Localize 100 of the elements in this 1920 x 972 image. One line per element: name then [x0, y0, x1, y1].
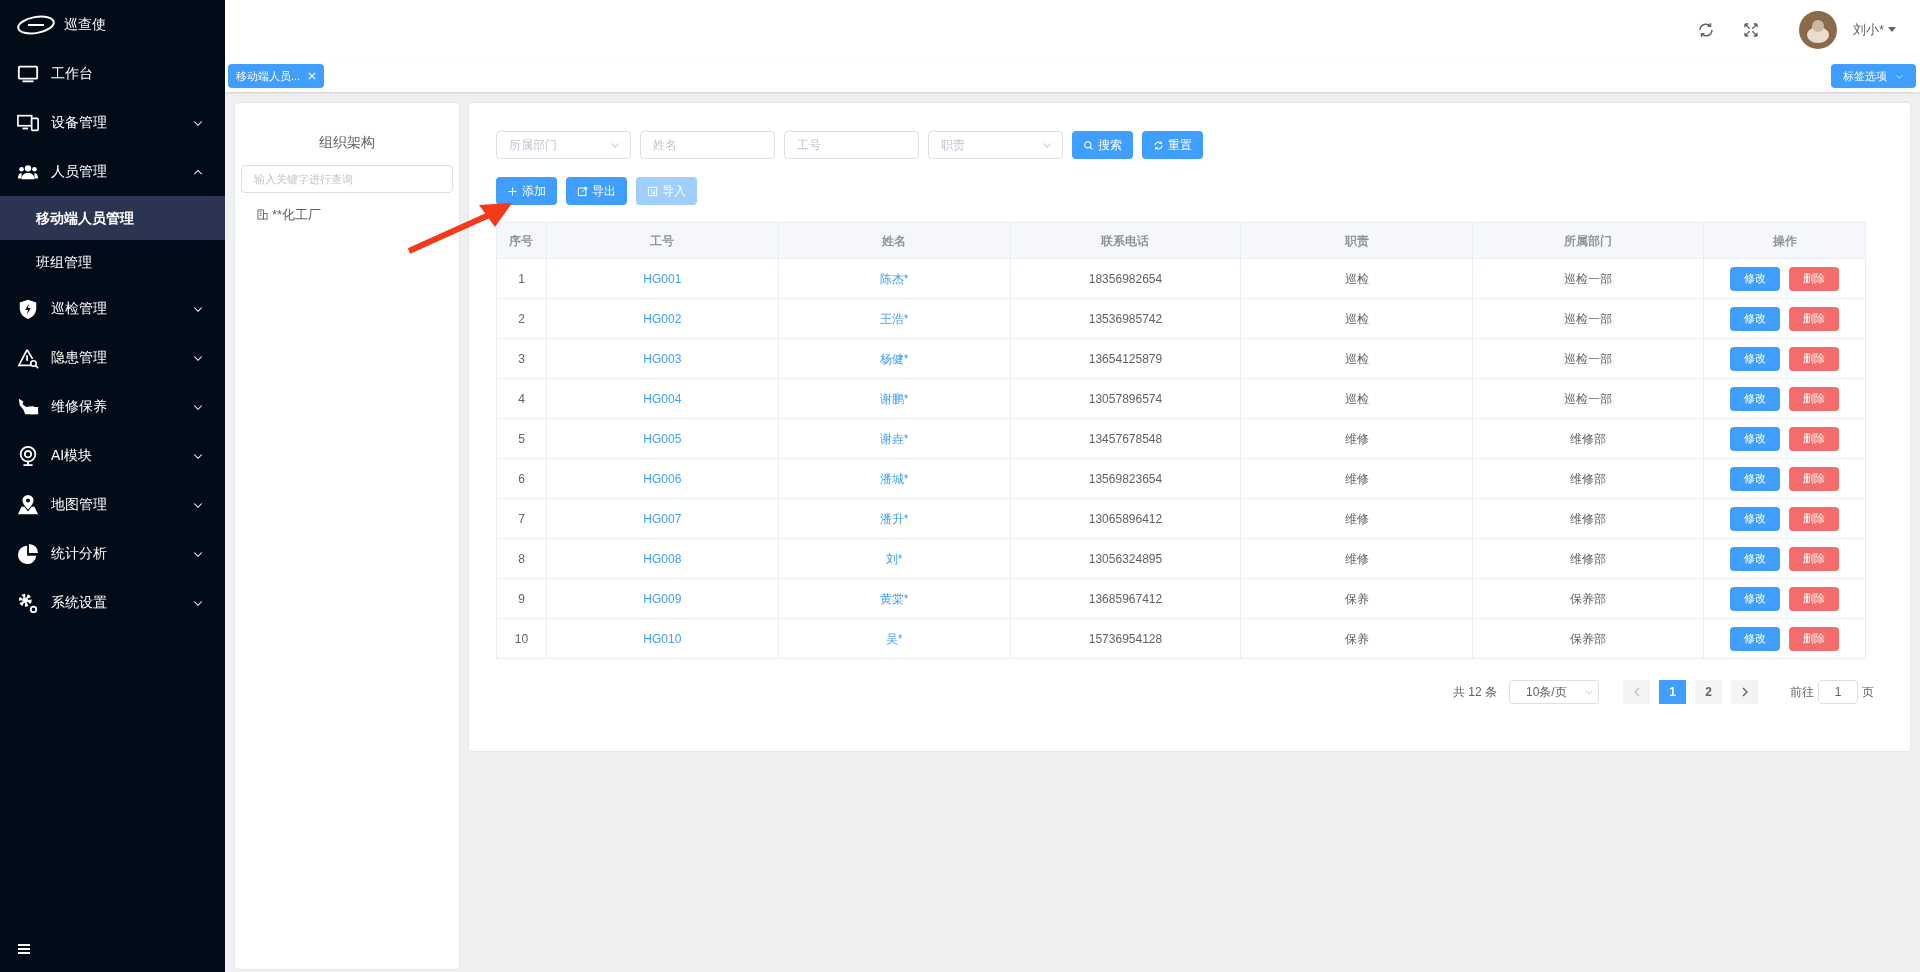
sidebar-menu-item[interactable]: 工作台 [0, 49, 225, 98]
edit-button[interactable]: 修改 [1730, 426, 1780, 451]
table-link-cell[interactable]: 陈杰* [778, 258, 1011, 299]
table-cell: 保养 [1240, 618, 1473, 659]
tree-node[interactable]: **化工厂 [257, 205, 453, 225]
sidebar-menu-item[interactable]: 人员管理 [0, 147, 225, 196]
table-link-cell[interactable]: HG004 [546, 378, 779, 419]
table-cell: 巡检 [1240, 258, 1473, 299]
warning-search-icon [17, 346, 39, 369]
table-cell: 13654125879 [1010, 338, 1241, 379]
input-field[interactable]: 姓名 [640, 131, 775, 159]
delete-button[interactable]: 删除 [1789, 586, 1839, 611]
sidebar-menu-item[interactable]: 维修保养 [0, 382, 225, 431]
sidebar-menu-item[interactable]: 地图管理 [0, 480, 225, 529]
table-link-cell[interactable]: HG010 [546, 618, 779, 659]
logo-icon [16, 13, 56, 36]
next-page-button[interactable] [1731, 680, 1758, 704]
table-link-cell[interactable]: 王浩* [778, 298, 1011, 339]
table-link-cell[interactable]: 刘* [778, 538, 1011, 579]
page-unit-label: 页 [1862, 684, 1874, 701]
app-title: 巡查使 [64, 15, 106, 34]
column-header: 所属部门 [1472, 222, 1704, 259]
sidebar-menu-item[interactable]: 巡检管理 [0, 284, 225, 333]
table-cell: 7 [496, 498, 547, 539]
reset-button[interactable]: 重置 [1142, 131, 1203, 159]
input-field[interactable]: 工号 [784, 131, 919, 159]
select-field[interactable]: 职责 [928, 131, 1063, 159]
table-cell: 13057896574 [1010, 378, 1241, 419]
table-cell: 3 [496, 338, 547, 379]
delete-button[interactable]: 删除 [1789, 506, 1839, 531]
edit-button[interactable]: 修改 [1730, 346, 1780, 371]
table-cell: 保养部 [1472, 578, 1704, 619]
table-link-cell[interactable]: 谢鹏* [778, 378, 1011, 419]
edit-button[interactable]: 修改 [1730, 546, 1780, 571]
page-button[interactable]: 1 [1659, 680, 1686, 704]
table-link-cell[interactable]: 吴* [778, 618, 1011, 659]
sidebar-menu-item[interactable]: 统计分析 [0, 529, 225, 578]
table-cell: 维修 [1240, 498, 1473, 539]
sidebar-submenu-item[interactable]: 移动端人员管理 [0, 196, 225, 240]
edit-button[interactable]: 修改 [1730, 626, 1780, 651]
sidebar-menu-item[interactable]: 隐患管理 [0, 333, 225, 382]
refresh-icon [1153, 139, 1164, 151]
previous-page-button[interactable] [1623, 680, 1650, 704]
sidebar-submenu-item[interactable]: 班组管理 [0, 240, 225, 284]
search-button[interactable]: 搜索 [1072, 131, 1133, 159]
table-link-cell[interactable]: 杨健* [778, 338, 1011, 379]
table-cell: 15736954128 [1010, 618, 1241, 659]
table-link-cell[interactable]: HG006 [546, 458, 779, 499]
search-icon [1083, 139, 1094, 151]
edit-button[interactable]: 修改 [1730, 586, 1780, 611]
table-cell: 保养部 [1472, 618, 1704, 659]
table-link-cell[interactable]: HG001 [546, 258, 779, 299]
chevron-down-icon [1584, 687, 1594, 697]
delete-button[interactable]: 删除 [1789, 546, 1839, 571]
table-cell: 维修 [1240, 418, 1473, 459]
fullscreen-icon [1742, 22, 1759, 38]
avatar-icon [1798, 11, 1837, 49]
table-cell: 巡检一部 [1472, 298, 1704, 339]
edit-button[interactable]: 修改 [1730, 266, 1780, 291]
table-link-cell[interactable]: HG005 [546, 418, 779, 459]
page-tab[interactable]: 移动端人员... [228, 64, 325, 88]
table-link-cell[interactable]: 谢垚* [778, 418, 1011, 459]
delete-button[interactable]: 删除 [1789, 626, 1839, 651]
import-icon [647, 185, 658, 197]
table-link-cell[interactable]: HG007 [546, 498, 779, 539]
table-link-cell[interactable]: HG008 [546, 538, 779, 579]
table-link-cell[interactable]: 潘升* [778, 498, 1011, 539]
edit-button[interactable]: 修改 [1730, 506, 1780, 531]
edit-button[interactable]: 修改 [1730, 466, 1780, 491]
table-cell: 巡检一部 [1472, 258, 1704, 299]
table-cell: 巡检 [1240, 298, 1473, 339]
edit-button[interactable]: 修改 [1730, 306, 1780, 331]
page-button[interactable]: 2 [1695, 680, 1722, 704]
table-link-cell[interactable]: HG003 [546, 338, 779, 379]
table-link-cell[interactable]: 黄棠* [778, 578, 1011, 619]
add-button[interactable]: 添加 [496, 177, 557, 205]
select-field[interactable]: 所属部门 [496, 131, 631, 159]
sidebar-menu-item[interactable]: 设备管理 [0, 98, 225, 147]
tab-options-button[interactable]: 标签选项 [1831, 64, 1916, 88]
sidebar-menu-item[interactable]: 系统设置 [0, 578, 225, 627]
user-menu[interactable]: 刘小* [1852, 20, 1896, 40]
page-size-select[interactable]: 10条/页 [1509, 680, 1599, 704]
total-count: 共 12 条 [1453, 684, 1497, 701]
export-button[interactable]: 导出 [566, 177, 627, 205]
sidebar-menu-item[interactable]: AI模块 [0, 431, 225, 480]
caret-down-icon [1888, 27, 1896, 33]
table-cell: 维修部 [1472, 538, 1704, 579]
delete-button[interactable]: 删除 [1789, 306, 1839, 331]
delete-button[interactable]: 删除 [1789, 266, 1839, 291]
delete-button[interactable]: 删除 [1789, 346, 1839, 371]
chevron-right-icon [1740, 687, 1749, 697]
table-link-cell[interactable]: 潘城* [778, 458, 1011, 499]
edit-button[interactable]: 修改 [1730, 386, 1780, 411]
delete-button[interactable]: 删除 [1789, 466, 1839, 491]
table-link-cell[interactable]: HG009 [546, 578, 779, 619]
delete-button[interactable]: 删除 [1789, 386, 1839, 411]
page-number-field[interactable]: 1 [1818, 680, 1858, 704]
delete-button[interactable]: 删除 [1789, 426, 1839, 451]
table-cell: 1 [496, 258, 547, 299]
table-link-cell[interactable]: HG002 [546, 298, 779, 339]
